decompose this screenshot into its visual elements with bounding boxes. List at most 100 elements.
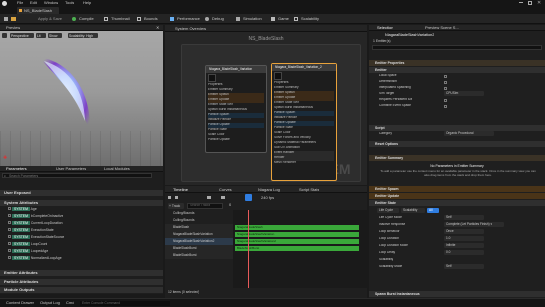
performance-button[interactable]: Performance	[177, 17, 200, 22]
spawn-burst-header[interactable]: Spawn Burst Instantaneous	[369, 291, 545, 297]
prop-value[interactable]: Infinite	[444, 243, 484, 248]
track-row[interactable]: NiagaraBladeSlashVariation2	[165, 238, 233, 245]
simulation-icon[interactable]	[236, 17, 240, 21]
unreal-logo-icon[interactable]	[2, 0, 7, 6]
attr-checkbox[interactable]	[8, 228, 11, 231]
performance-icon[interactable]	[170, 17, 174, 21]
emitter-node-variation-2[interactable]: Niagara_BladeSlash_Variation_2 Propertie…	[271, 63, 337, 181]
system-overview-tab[interactable]: System Overview	[175, 27, 206, 32]
parameters-search[interactable]: ⌕ Search Parameters	[2, 173, 152, 178]
thumbnail-button[interactable]: Thumbnail	[111, 17, 130, 22]
timeline-bar[interactable]: NiagaraBladeSlashVariation	[235, 232, 359, 237]
node-row[interactable]: Particle Update	[208, 138, 264, 143]
system-attr-row[interactable]: SYSTEM Age	[8, 207, 37, 213]
show-button[interactable]: Show	[48, 33, 62, 38]
details-search[interactable]	[372, 45, 542, 50]
track-row[interactable]: Culling/Bounds	[165, 217, 233, 224]
script-stats-tab[interactable]: Script Stats	[299, 188, 319, 193]
playhead[interactable]	[248, 210, 249, 288]
attr-checkbox[interactable]	[8, 207, 11, 210]
camera-icon[interactable]	[207, 196, 211, 199]
curves-tab[interactable]: Curves	[219, 188, 232, 193]
viewport[interactable]: Perspective Lit Show Scalability: High ✚	[0, 31, 163, 166]
track-row[interactable]: BladeSlashBurst	[165, 252, 233, 259]
attr-checkbox[interactable]	[8, 214, 11, 217]
emitter-state-header[interactable]: Emitter State	[369, 200, 545, 206]
all-tab[interactable]: All	[427, 208, 439, 213]
save-icon[interactable]	[4, 17, 8, 21]
game-icon[interactable]	[271, 17, 275, 21]
node-row[interactable]: Mesh Renderer	[274, 161, 334, 166]
perspective-button[interactable]: Perspective	[10, 33, 34, 38]
prop-value[interactable]: 0.0	[444, 250, 484, 255]
combine-event-spawn-checkbox[interactable]	[444, 104, 447, 108]
bounds-button[interactable]: Bounds	[144, 17, 158, 22]
fps-dropdown[interactable]: 240 fps	[261, 196, 274, 201]
scalability-tab[interactable]: Scalability	[401, 208, 425, 213]
timeline-tab[interactable]: Timeline	[173, 188, 188, 193]
lit-button[interactable]: Lit	[36, 33, 46, 38]
timeline-bar[interactable]: NiagaraBladeSlash	[235, 225, 359, 230]
parameters-tab[interactable]: Parameters	[6, 167, 27, 172]
timeline-bar[interactable]: BladeSlashBurst	[235, 246, 359, 251]
emitter-spawn-header[interactable]: Emitter Spawn	[369, 186, 545, 192]
attr-checkbox[interactable]	[8, 249, 11, 252]
cmd-button[interactable]: Cmd	[66, 301, 74, 306]
determinism-checkbox[interactable]	[444, 80, 447, 84]
system-attr-row[interactable]: SYSTEM ExecutionStateSource	[8, 235, 64, 241]
emitter-attributes-header[interactable]: Emitter Attributes	[0, 270, 163, 276]
add-track-button[interactable]: + Track	[168, 202, 184, 209]
apply-save-button[interactable]: Apply & Save	[38, 17, 62, 22]
track-row[interactable]: BladeSlash	[165, 224, 233, 231]
asset-tab[interactable]: NS_BladeSlash	[17, 7, 59, 14]
console-input[interactable]: Enter Console Command	[80, 300, 170, 306]
life-cycle-tab[interactable]: Life Cycle	[377, 208, 399, 213]
prop-value[interactable]: Complete (Let Particles Finish) ▾	[444, 222, 504, 227]
system-attributes-header[interactable]: System Attributes	[0, 200, 163, 206]
simulation-button[interactable]: Simulation	[243, 17, 262, 22]
preview-scene-tab[interactable]: Preview Scene S...	[425, 26, 459, 31]
local-space-checkbox[interactable]	[444, 74, 447, 78]
emitter-node-variation[interactable]: Niagara_BladeSlash_Variation Properties …	[205, 65, 267, 153]
user-parameters-tab[interactable]: User Parameters	[56, 167, 86, 172]
emitter-properties-header[interactable]: Emitter Properties	[369, 60, 545, 66]
output-log-button[interactable]: Output Log	[40, 301, 60, 306]
system-attr-row[interactable]: SYSTEM ExecutionState	[8, 228, 54, 234]
debug-button[interactable]: Debug	[212, 17, 224, 22]
preview-close-icon[interactable]: ✕	[156, 26, 159, 31]
graph-canvas[interactable]: SYSTEM Niagara_BladeSlash_Variation Prop…	[165, 43, 367, 185]
track-row[interactable]: Culling/Bounds	[165, 210, 233, 217]
minimize-icon[interactable]	[519, 2, 523, 3]
system-attr-row[interactable]: SYSTEM CurrentLoopDuration	[8, 221, 63, 227]
emitter-header[interactable]: Emitter	[369, 67, 545, 73]
scalability-icon[interactable]	[294, 17, 298, 21]
thumbnail-icon[interactable]	[104, 17, 108, 21]
save-icon[interactable]	[168, 196, 171, 199]
viewport-menu-icon[interactable]	[2, 33, 7, 38]
scalability-badge[interactable]: Scalability: High	[68, 33, 98, 38]
emitter-update-header[interactable]: Emitter Update	[369, 193, 545, 199]
module-outputs-header[interactable]: Module Outputs	[0, 287, 163, 293]
prop-value[interactable]: 1.0	[444, 236, 484, 241]
niagara-log-tab[interactable]: Niagara Log	[258, 188, 280, 193]
script-category-value[interactable]: Organic Procedural	[444, 131, 494, 136]
user-exposed-header[interactable]: User Exposed	[0, 190, 163, 196]
persistent-ids-checkbox[interactable]	[444, 98, 447, 102]
system-attr-row[interactable]: SYSTEM bCompleteOnInactive	[8, 214, 63, 220]
scalability-button[interactable]: Scalability	[301, 17, 319, 22]
system-attr-row[interactable]: SYSTEM LoopedAge	[8, 249, 48, 255]
interpolated-spawning-checkbox[interactable]	[444, 86, 447, 90]
prop-value[interactable]: Self	[444, 215, 484, 220]
debug-icon[interactable]	[205, 17, 209, 21]
attr-checkbox[interactable]	[8, 256, 11, 259]
game-button[interactable]: Game	[278, 17, 289, 22]
play-icon[interactable]	[221, 196, 225, 199]
filter-icon[interactable]	[175, 196, 178, 199]
compile-button[interactable]: Compile	[79, 17, 94, 22]
bounds-icon[interactable]	[137, 17, 141, 21]
timeline-area[interactable]: NiagaraBladeSlash NiagaraBladeSlashVaria…	[233, 210, 367, 288]
timeline-bar[interactable]: NiagaraBladeSlashVariation2	[235, 239, 359, 244]
system-attr-row[interactable]: SYSTEM LoopCount	[8, 242, 47, 248]
emitter-summary-header[interactable]: Emitter Summary	[369, 155, 545, 161]
track-search[interactable]: Search Tracks	[187, 202, 223, 209]
